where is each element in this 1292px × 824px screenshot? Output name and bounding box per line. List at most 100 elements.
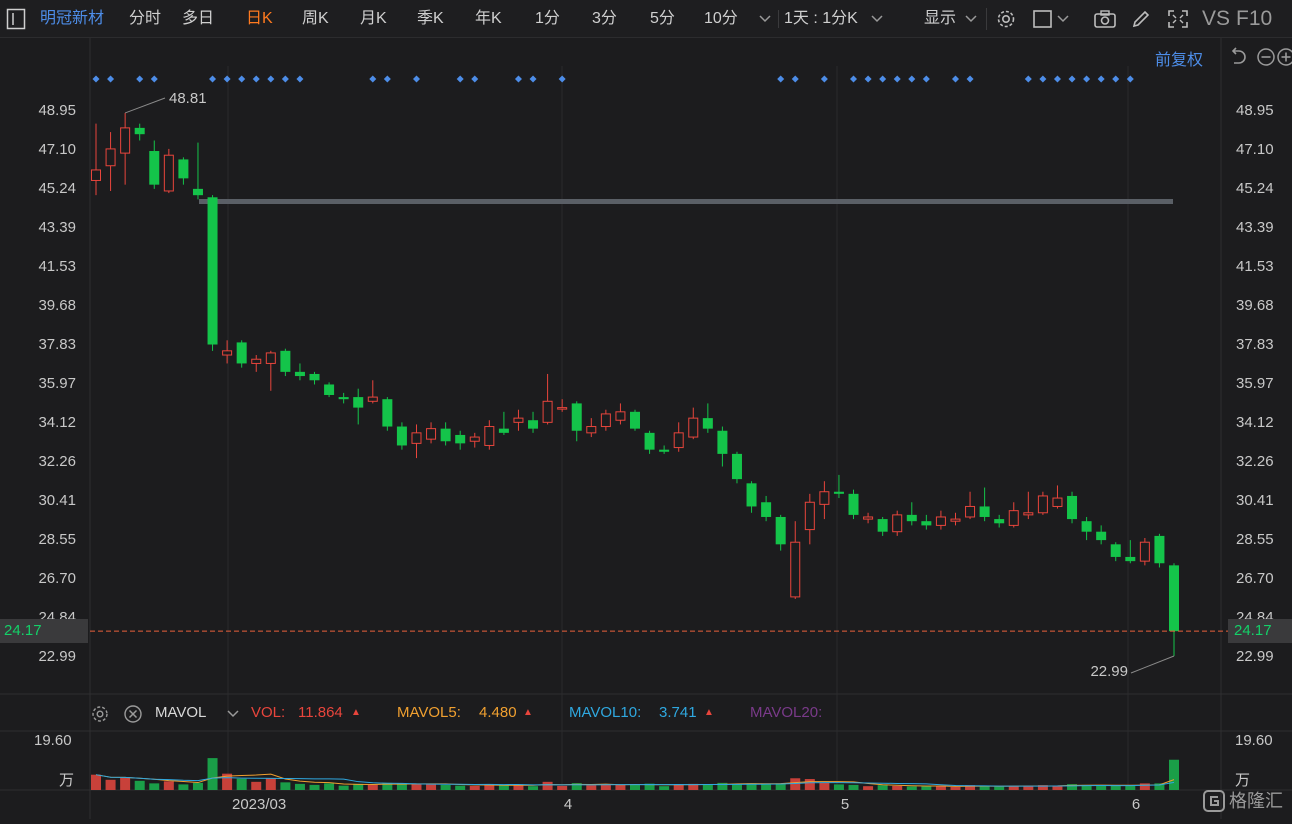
mavol5-label: MAVOL5: [397,704,461,721]
volume-bar [91,774,101,790]
period-tab-intraday[interactable]: 分时 [129,0,161,38]
chevron-down-icon[interactable] [758,12,772,26]
chevron-down-icon[interactable] [226,707,240,721]
candle-body [178,159,189,179]
period-tab-multiday[interactable]: 多日 [182,0,214,38]
close-icon[interactable] [123,704,143,724]
kline-chart[interactable]: 48.95 48.95 47.10 47.10 45.24 45.24 43.39 43.39… [0,38,1292,819]
candle-body [804,501,815,531]
candle-body [396,426,407,446]
volume-bar [120,777,131,790]
period-tab-5min[interactable]: 5分 [650,0,675,38]
indicator-name[interactable]: MAVOL [155,703,206,723]
fullscreen-icon[interactable] [1167,9,1189,29]
event-marker-icon [456,75,464,83]
volume-bar [265,778,276,790]
event-marker-icon [1112,75,1120,83]
event-marker-icon [1068,75,1076,83]
period-tab-quarterly-k[interactable]: 季K [417,0,444,38]
volume-bar [178,784,189,790]
zoom-in-icon[interactable] [1276,47,1292,67]
candle-body [411,432,422,444]
candle-body [557,407,568,410]
candle-body [688,417,699,438]
candle-body [440,428,451,442]
event-marker-icon [1097,75,1105,83]
volume-bar [877,785,888,790]
candle-body [877,519,888,532]
candle-body [600,413,611,428]
volume-bar [921,786,932,790]
volume-bar [950,786,961,790]
pencil-icon[interactable] [1130,9,1152,29]
candle-body [571,403,582,431]
undo-icon[interactable] [1228,47,1248,67]
drawn-horizontal-line [199,199,1173,204]
vs-button[interactable]: VS [1202,0,1230,38]
gear-icon[interactable] [995,9,1017,29]
candle-body [251,358,262,364]
mavol20-label: MAVOL20: [750,704,823,721]
chevron-down-icon[interactable] [964,12,978,26]
candle-body [207,197,218,345]
price-tick-left: 41.53 [38,258,76,275]
volume-bar [863,786,874,790]
chevron-down-icon[interactable] [1056,12,1070,26]
price-tick-left: 22.99 [38,648,76,665]
event-marker-icon [150,75,158,83]
period-tab-daily-k[interactable]: 日K [246,0,273,38]
volume-bar [994,786,1005,790]
period-tab-yearly-k[interactable]: 年K [475,0,502,38]
price-tick-left: 34.12 [38,414,76,431]
stock-name[interactable]: 明冠新材 [40,0,104,38]
volume-bar [251,781,262,790]
period-tab-monthly-k[interactable]: 月K [360,0,387,38]
price-tick-left: 37.83 [38,336,76,353]
volume-bar [542,781,553,790]
volume-bar [163,781,174,790]
candle-body [1139,541,1150,562]
candle-body [105,148,116,167]
volume-bar [1139,783,1150,790]
event-marker-icon [820,75,828,83]
current-price-tag-left: 24.17 [0,619,88,643]
range-select[interactable]: 1天 : 1分K [784,0,858,38]
candle-body [120,127,131,154]
price-tick-left: 28.55 [38,531,76,548]
rectangle-tool-icon[interactable] [1032,9,1054,29]
chart-area[interactable]: 48.95 48.95 47.10 47.10 45.24 45.24 43.39 43.39… [0,38,1292,819]
x-axis-label: 2023/03 [232,796,286,813]
candle-body [91,169,101,181]
panel-toggle-icon[interactable] [6,8,26,30]
price-tick-left: 32.26 [38,453,76,470]
volume-bar [426,784,437,790]
candle-body [1081,521,1092,532]
candle-body [717,430,728,454]
candle-body [222,350,233,356]
f10-button[interactable]: F10 [1236,0,1272,38]
candle-body [382,399,393,427]
chevron-down-icon[interactable] [870,12,884,26]
camera-icon[interactable] [1093,9,1116,29]
volume-bar [630,784,640,790]
period-tab-1min[interactable]: 1分 [535,0,560,38]
price-tick-right: 43.39 [1236,219,1274,236]
volume-bar [659,786,670,790]
up-arrow-icon: ▲ [704,707,714,718]
period-tab-3min[interactable]: 3分 [592,0,617,38]
zoom-out-icon[interactable] [1256,47,1276,67]
period-tab-10min[interactable]: 10分 [704,0,738,38]
volume-bar [586,785,597,790]
candle-body [673,432,684,449]
price-tick-right: 28.55 [1236,531,1274,548]
event-marker-icon [412,75,420,83]
candle-body [455,434,466,444]
volume-bar [440,784,451,790]
adjust-mode-button[interactable]: 前复权 [1155,46,1203,70]
volume-bar [134,780,145,790]
period-tab-weekly-k[interactable]: 周K [302,0,329,38]
settings-gear-icon[interactable] [90,704,110,724]
event-marker-icon [864,75,872,83]
display-menu[interactable]: 显示 [924,0,956,38]
candle-body [309,373,320,381]
